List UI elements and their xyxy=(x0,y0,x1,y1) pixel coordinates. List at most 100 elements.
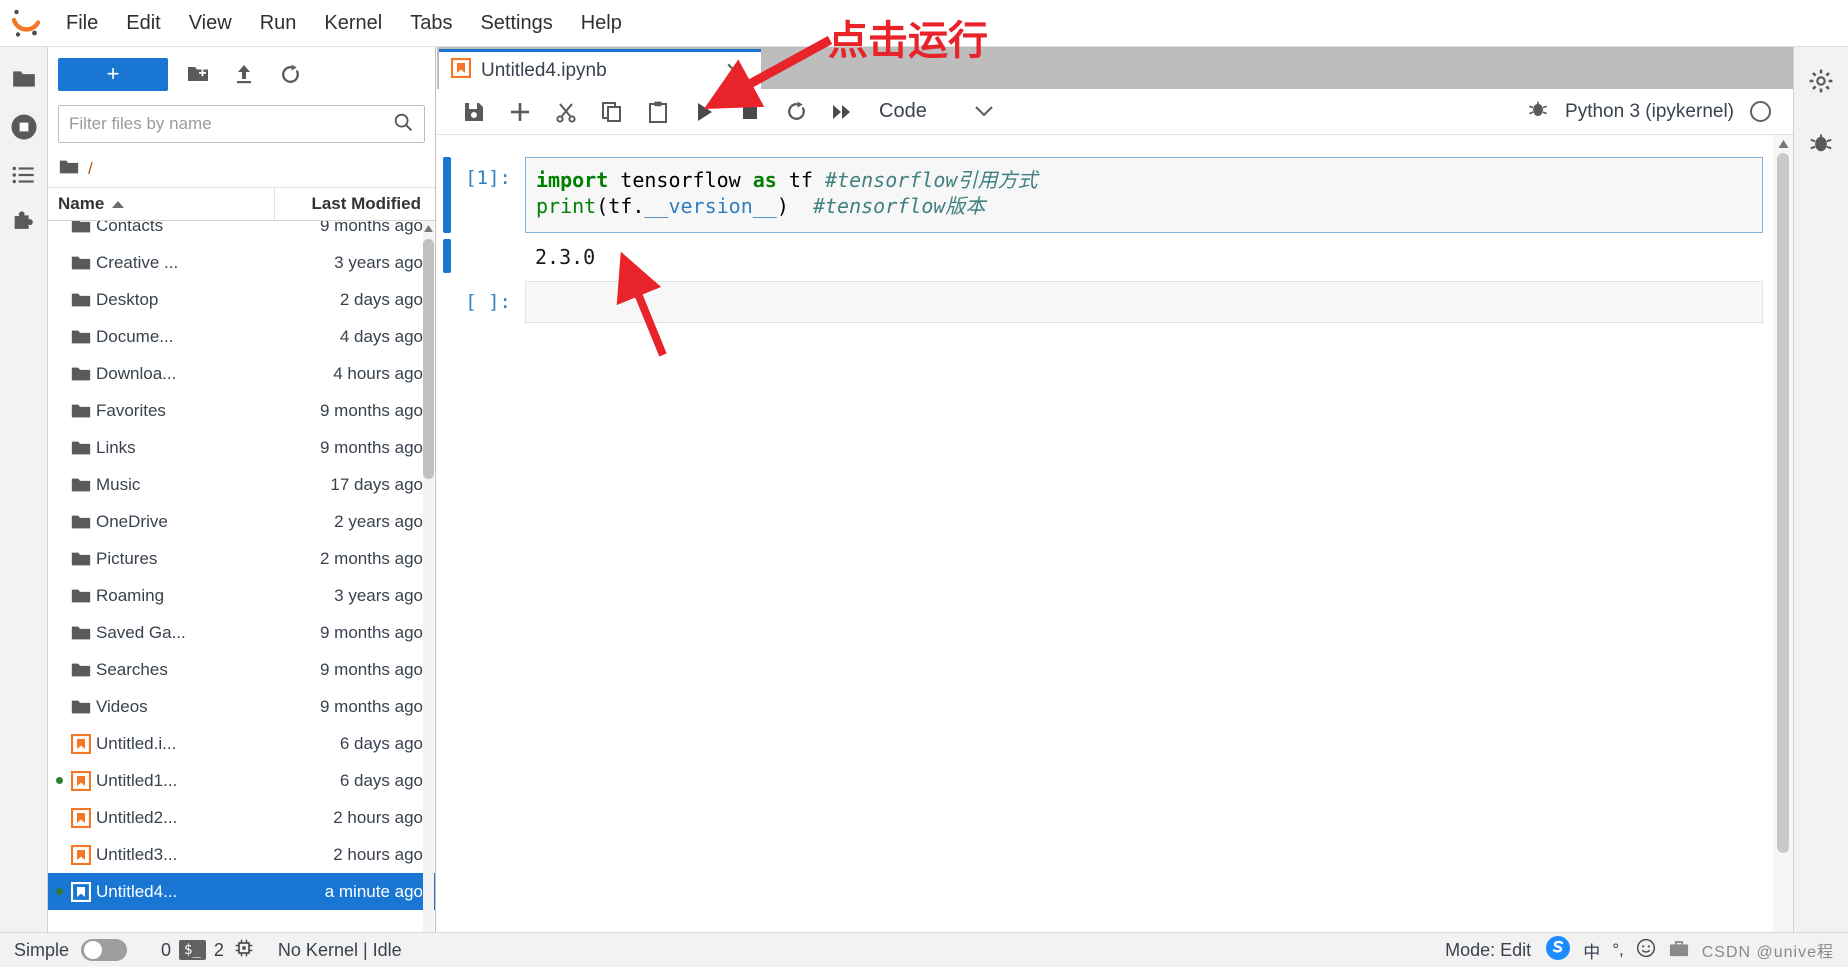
ime-lang-indicator[interactable]: 中 xyxy=(1583,938,1600,963)
file-modified: 2 days ago xyxy=(339,289,423,309)
file-list-item[interactable]: Downloa... 4 hours ago xyxy=(48,355,435,392)
restart-run-all-button[interactable] xyxy=(819,89,865,135)
copy-button[interactable] xyxy=(589,89,635,135)
menu-item-file[interactable]: File xyxy=(52,0,112,47)
search-input[interactable] xyxy=(69,114,392,134)
scroll-up-arrow-icon[interactable] xyxy=(423,221,434,235)
unsaved-indicator-dot xyxy=(52,777,66,784)
file-list-item[interactable]: Untitled.i... 6 days ago xyxy=(48,725,435,762)
new-launcher-button[interactable]: + xyxy=(58,57,168,91)
sidebar-item-extensions[interactable] xyxy=(0,199,48,247)
menu-item-tabs[interactable]: Tabs xyxy=(396,0,466,47)
file-list-item[interactable]: Untitled1... 6 days ago xyxy=(48,762,435,799)
file-modified: 9 months ago xyxy=(319,437,423,457)
ime-punctuation-indicator[interactable]: °, xyxy=(1612,940,1624,960)
file-modified: 9 months ago xyxy=(319,696,423,716)
file-list-item[interactable]: Untitled4... a minute ago xyxy=(48,873,435,910)
kernel-status-text: No Kernel | Idle xyxy=(277,939,402,960)
stop-button[interactable] xyxy=(727,89,773,135)
file-list-scrollbar[interactable] xyxy=(423,221,434,950)
file-list-item[interactable]: Creative ... 3 years ago xyxy=(48,244,435,281)
cell-editor[interactable]: import tensorflow as tf #tensorflow引用方式 … xyxy=(525,157,1763,233)
file-list-item[interactable]: Videos 9 months ago xyxy=(48,688,435,725)
breadcrumb[interactable]: / xyxy=(48,151,435,187)
breadcrumb-path: / xyxy=(88,159,93,178)
sidebar-item-property-inspector[interactable] xyxy=(1797,57,1845,105)
column-label: Name xyxy=(58,194,105,213)
status-bar: Simple 0 $_ 2 No Kernel | Idle Mode: Edi… xyxy=(0,932,1848,967)
file-list-item[interactable]: Untitled3... 2 hours ago xyxy=(48,836,435,873)
sidebar-item-debugger[interactable] xyxy=(1797,119,1845,167)
upload-icon[interactable] xyxy=(228,58,260,90)
sidebar-item-running[interactable] xyxy=(0,103,48,151)
bug-icon[interactable] xyxy=(1527,98,1549,125)
file-list-item[interactable]: Docume... 4 days ago xyxy=(48,318,435,355)
file-list-item[interactable]: Saved Ga... 9 months ago xyxy=(48,614,435,651)
paste-button[interactable] xyxy=(635,89,681,135)
toolbox-icon[interactable] xyxy=(1668,938,1690,963)
cut-button[interactable] xyxy=(543,89,589,135)
notebook-scrollbar[interactable] xyxy=(1773,135,1793,950)
sogou-s-icon[interactable] xyxy=(1545,935,1571,966)
file-name: Untitled.i... xyxy=(96,733,177,753)
run-button[interactable] xyxy=(681,89,727,135)
file-list-item[interactable]: OneDrive 2 years ago xyxy=(48,503,435,540)
file-list-item[interactable]: Desktop 2 days ago xyxy=(48,281,435,318)
file-list-item[interactable]: Untitled2... 2 hours ago xyxy=(48,799,435,836)
sidebar-item-commands[interactable] xyxy=(0,151,48,199)
file-list-item[interactable]: Contacts 9 months ago xyxy=(48,221,435,244)
file-modified: 9 months ago xyxy=(319,400,423,420)
menu-item-help[interactable]: Help xyxy=(567,0,636,47)
cell-output: 2.3.0 xyxy=(535,245,596,269)
notebook-cell[interactable]: [ ]: xyxy=(437,275,1793,323)
save-button[interactable] xyxy=(451,89,497,135)
kernel-name[interactable]: Python 3 (ipykernel) xyxy=(1565,101,1734,123)
file-list-item[interactable]: Links 9 months ago xyxy=(48,429,435,466)
folder-icon xyxy=(66,696,96,718)
folder-icon xyxy=(66,511,96,533)
kernel-status-icon[interactable] xyxy=(1750,101,1771,122)
file-modified: 17 days ago xyxy=(330,474,423,494)
column-header-name[interactable]: Name xyxy=(48,188,275,220)
sidebar-item-file-browser[interactable] xyxy=(0,55,48,103)
column-header-modified[interactable]: Last Modified xyxy=(275,194,435,214)
scrollbar-thumb[interactable] xyxy=(423,239,434,479)
close-icon[interactable]: ✕ xyxy=(719,58,749,84)
main-work-area: Untitled4.ipynb ✕ Code Python 3 (ipykern… xyxy=(437,47,1793,950)
menu-item-kernel[interactable]: Kernel xyxy=(310,0,396,47)
menu-item-label: Help xyxy=(580,11,622,34)
cell-type-select[interactable]: Code xyxy=(879,100,1009,123)
file-modified: 3 years ago xyxy=(334,252,423,272)
file-list-item[interactable]: Roaming 3 years ago xyxy=(48,577,435,614)
jupyterlab-window: File Edit View Run Kernel Tabs Settings … xyxy=(0,0,1848,967)
menu-item-label: View xyxy=(188,11,232,34)
file-list-item[interactable]: Searches 9 months ago xyxy=(48,651,435,688)
tab-untitled4[interactable]: Untitled4.ipynb ✕ xyxy=(439,49,761,89)
notebook-toolbar: Code Python 3 (ipykernel) xyxy=(437,89,1793,135)
restart-kernel-button[interactable] xyxy=(773,89,819,135)
refresh-icon[interactable] xyxy=(274,58,306,90)
file-list-item[interactable]: Pictures 2 months ago xyxy=(48,540,435,577)
terminals-count[interactable]: 0 xyxy=(161,940,171,961)
notebook-cell[interactable]: [1]: import tensorflow as tf #tensorflow引… xyxy=(437,151,1793,233)
menu-item-view[interactable]: View xyxy=(175,0,246,47)
new-folder-icon[interactable] xyxy=(182,58,214,90)
menu-item-run[interactable]: Run xyxy=(246,0,311,47)
folder-icon xyxy=(66,363,96,385)
smiley-icon[interactable] xyxy=(1636,938,1656,963)
menu-item-edit[interactable]: Edit xyxy=(112,0,174,47)
simple-mode-toggle[interactable] xyxy=(81,939,128,961)
cell-editor[interactable] xyxy=(525,281,1763,323)
file-list-item[interactable]: Favorites 9 months ago xyxy=(48,392,435,429)
file-filter-box[interactable] xyxy=(58,105,425,143)
notebook-icon xyxy=(66,881,96,902)
debugger-bug-icon xyxy=(1810,134,1832,152)
notebook-icon xyxy=(450,57,472,84)
menu-item-settings[interactable]: Settings xyxy=(466,0,566,47)
kernels-count[interactable]: 2 xyxy=(214,940,224,961)
nb-scrollbar-thumb[interactable] xyxy=(1777,153,1789,853)
insert-cell-button[interactable] xyxy=(497,89,543,135)
nb-scroll-up-arrow-icon[interactable] xyxy=(1778,137,1789,151)
file-list-item[interactable]: Music 17 days ago xyxy=(48,466,435,503)
file-name: OneDrive xyxy=(96,511,168,531)
